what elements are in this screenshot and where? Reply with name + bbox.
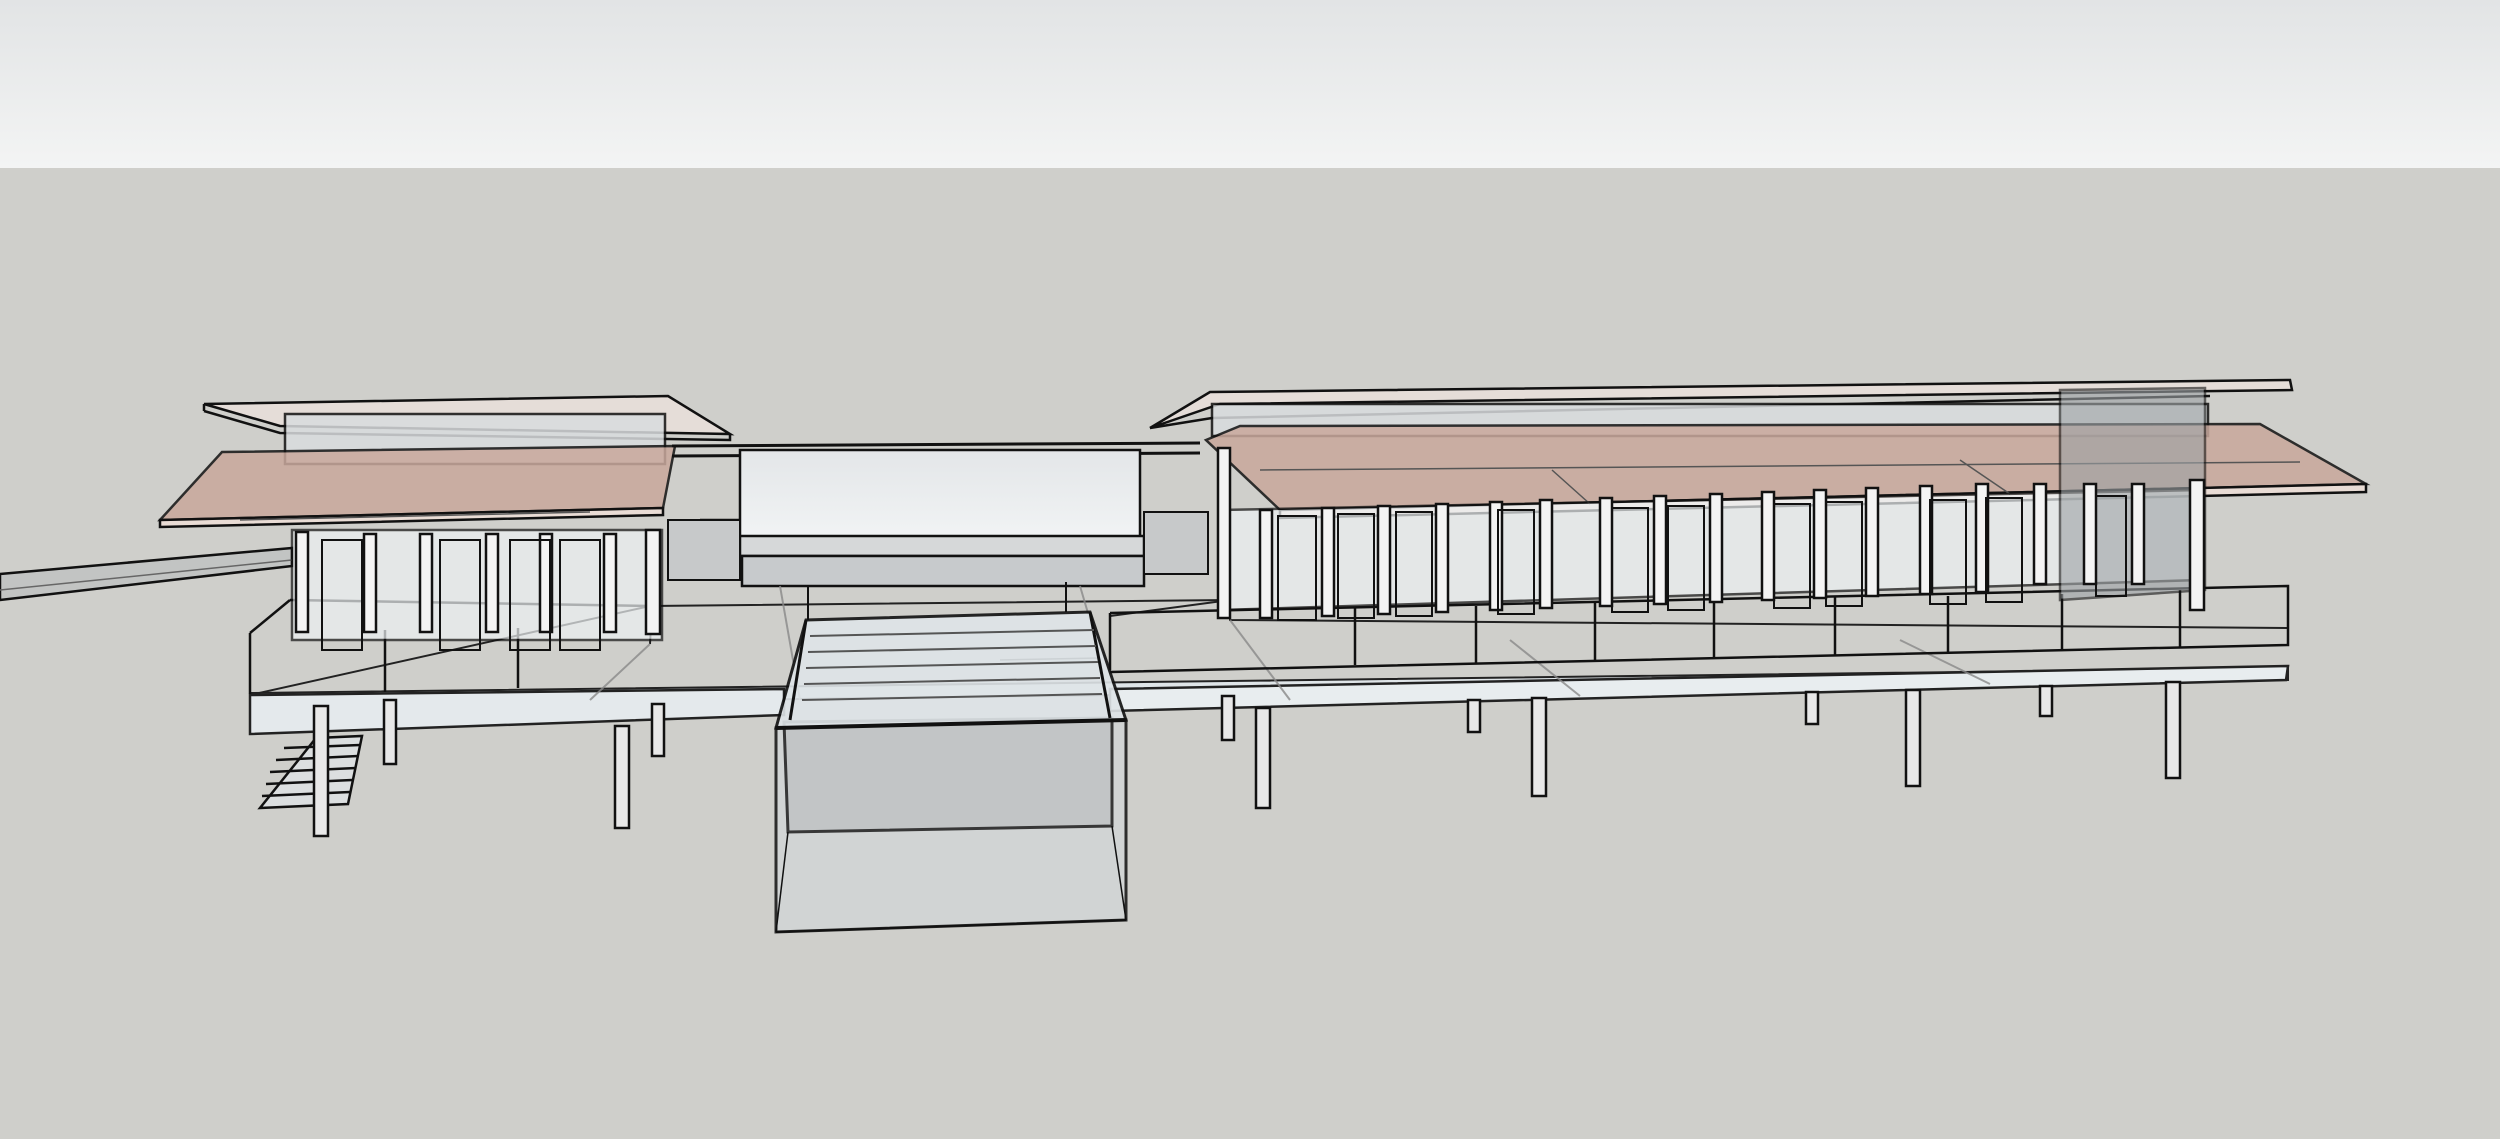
sky (0, 0, 2500, 168)
ground-plane (0, 168, 2500, 1139)
sketchup-viewport[interactable] (0, 0, 2500, 1139)
pool[interactable] (774, 582, 1129, 934)
center-wall[interactable] (667, 448, 1209, 588)
right-pavilion[interactable] (1149, 378, 2371, 621)
model-scene[interactable] (0, 0, 2500, 1139)
